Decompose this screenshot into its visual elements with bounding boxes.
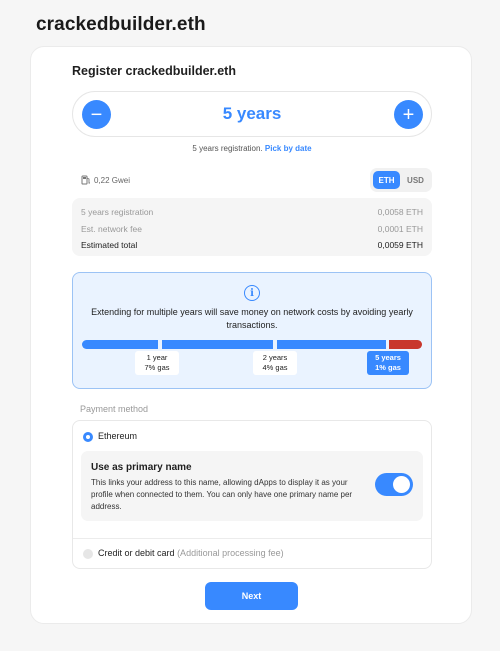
info-icon: i	[244, 285, 260, 301]
primary-name-description: This links your address to this name, al…	[91, 478, 353, 511]
total-value: 0,0059 ETH	[377, 240, 423, 250]
gas-tick-2-years: 2 years 4% gas	[253, 351, 297, 375]
divider	[73, 538, 431, 539]
payment-method-label: Payment method	[80, 404, 149, 414]
ethereum-radio[interactable]	[83, 432, 93, 442]
currency-usd-button[interactable]: USD	[402, 171, 429, 189]
tick-years: 5 years	[375, 353, 401, 362]
years-value: 5 years	[222, 104, 282, 123]
fee-label: 5 years registration	[81, 207, 154, 217]
duration-stepper: − 5 years +	[72, 91, 432, 137]
gas-tick-1-year: 1 year 7% gas	[135, 351, 179, 375]
bar-segment-3	[277, 340, 386, 349]
registration-note-text: 5 years registration.	[192, 144, 265, 153]
toggle-knob	[393, 476, 410, 493]
increase-years-button[interactable]: +	[394, 100, 423, 129]
total-label: Estimated total	[81, 240, 138, 250]
pick-by-date-link[interactable]: Pick by date	[265, 144, 312, 153]
credit-card-radio[interactable]	[83, 549, 93, 559]
site-title: crackedbuilder.eth	[36, 14, 206, 35]
credit-card-option-label[interactable]: Credit or debit card (Additional process…	[98, 548, 284, 558]
ethereum-option-label[interactable]: Ethereum	[98, 431, 137, 441]
fee-value: 0,0001 ETH	[377, 224, 423, 234]
gas-savings-bar	[82, 340, 422, 349]
fee-value: 0,0058 ETH	[377, 207, 423, 217]
credit-card-label: Credit or debit card	[98, 548, 175, 558]
payment-options: Ethereum Use as primary name This links …	[72, 420, 432, 569]
fee-row: 5 years registration 0,0058 ETH	[81, 207, 423, 217]
multi-year-info-box: i Extending for multiple years will save…	[72, 272, 432, 389]
gas-tick-5-years: 5 years 1% gas	[367, 351, 409, 375]
total-row: Estimated total 0,0059 ETH	[81, 240, 423, 250]
tick-years: 2 years	[262, 353, 288, 362]
processing-fee-note: (Additional processing fee)	[177, 548, 284, 558]
fee-label: Est. network fee	[81, 224, 142, 234]
registration-note: 5 years registration. Pick by date	[72, 144, 432, 153]
gas-price: 0,22 Gwei	[81, 175, 130, 185]
primary-name-panel: Use as primary name This links your addr…	[81, 451, 423, 521]
tick-gas: 7% gas	[144, 363, 170, 372]
next-button[interactable]: Next	[205, 582, 298, 610]
bar-segment-2	[162, 340, 273, 349]
bar-segment-1	[82, 340, 158, 349]
fee-breakdown: 5 years registration 0,0058 ETH Est. net…	[72, 198, 432, 256]
primary-name-toggle[interactable]	[375, 473, 413, 496]
bar-segment-4	[389, 340, 422, 349]
primary-name-title: Use as primary name	[91, 462, 192, 473]
currency-toggle: ETH USD	[370, 168, 432, 192]
currency-eth-button[interactable]: ETH	[373, 171, 400, 189]
gas-price-value: 0,22 Gwei	[94, 175, 131, 185]
gas-row: 0,22 Gwei ETH USD	[72, 168, 432, 192]
tick-gas: 1% gas	[375, 363, 401, 372]
tick-gas: 4% gas	[262, 363, 288, 372]
tick-years: 1 year	[146, 353, 168, 362]
fee-row: Est. network fee 0,0001 ETH	[81, 224, 423, 234]
card-title: Register crackedbuilder.eth	[72, 64, 236, 78]
registration-card: Register crackedbuilder.eth − 5 years + …	[30, 46, 472, 624]
info-text: Extending for multiple years will save m…	[91, 307, 413, 330]
gas-pump-icon	[81, 175, 90, 185]
